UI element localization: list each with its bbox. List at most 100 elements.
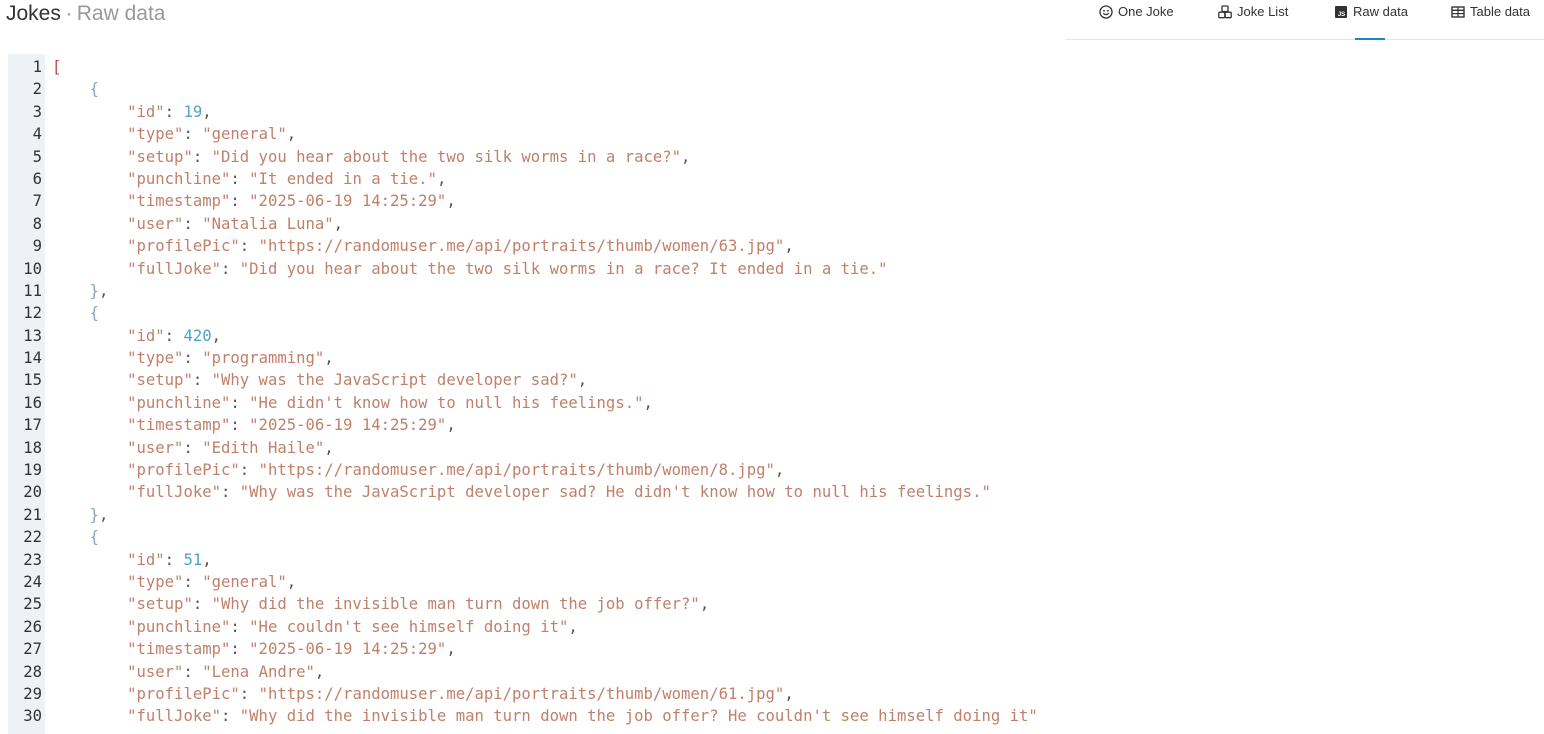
line-number: 12 (23, 304, 42, 323)
json-str-token: "Edith Haile" (202, 438, 325, 457)
code-line: 3 "id": 19, (8, 101, 1064, 123)
json-str-token: "https://randomuser.me/api/portraits/thu… (258, 237, 785, 256)
code-text: "punchline": "He didn't know how to null… (52, 392, 653, 414)
smiley-icon (1099, 4, 1113, 19)
json-punc-token: : (221, 259, 240, 278)
code-line: 9 "profilePic": "https://randomuser.me/a… (8, 235, 1064, 257)
code-text: }, (52, 280, 109, 302)
json-punc-token: , (211, 326, 222, 345)
json-punc-token: : (230, 169, 250, 188)
code-text: "profilePic": "https://randomuser.me/api… (52, 235, 794, 257)
json-brace-token: } (89, 281, 99, 300)
json-key-token: "fullJoke" (127, 483, 221, 502)
code-text: "fullJoke": "Why did the invisible man t… (52, 705, 1038, 727)
json-punc-token: : (192, 371, 212, 390)
line-number: 6 (32, 169, 42, 188)
page-title: Jokes · Raw data (6, 2, 165, 30)
code-line: 22 { (8, 526, 1064, 548)
json-key-token: "id" (127, 326, 165, 345)
line-number: 8 (32, 214, 42, 233)
json-punc-token: , (202, 550, 212, 569)
json-key-token: "timestamp" (127, 192, 231, 211)
code-line: 12 { (8, 302, 1064, 324)
code-text: "setup": "Did you hear about the two sil… (52, 146, 690, 168)
json-punc-token: , (98, 281, 109, 300)
json-punc-token: : (183, 214, 203, 233)
code-line: 21 }, (8, 504, 1064, 526)
line-number: 21 (23, 505, 42, 524)
code-line: 8 "user": "Natalia Luna", (8, 213, 1064, 235)
json-brace-token: { (89, 304, 99, 323)
json-key-token: "punchline" (127, 393, 231, 412)
json-key-token: "type" (127, 349, 184, 368)
json-str-token: "Lena Andre" (202, 662, 315, 681)
json-code-editor[interactable]: 1[2 {3 "id": 19, 4 "type": "general", 5 "s… (8, 54, 1064, 734)
line-number: 2 (32, 80, 42, 99)
json-str-token: "Why was the JavaScript developer sad? H… (239, 483, 991, 502)
json-punc-token: : (183, 572, 203, 591)
json-key-token: "setup" (127, 147, 193, 166)
tab-label: Raw data (1353, 4, 1408, 19)
json-punc-token: : (239, 461, 259, 480)
json-key-token: "fullJoke" (127, 707, 221, 726)
json-punc-token: : (239, 237, 259, 256)
tab-raw-data[interactable]: JS Raw data (1334, 0, 1408, 40)
code-line: 29 "profilePic": "https://randomuser.me/… (8, 683, 1064, 705)
code-text: "profilePic": "https://randomuser.me/api… (52, 683, 794, 705)
code-text: "timestamp": "2025-06-19 14:25:29", (52, 414, 456, 436)
code-line: 26 "punchline": "He couldn't see himself… (8, 616, 1064, 638)
json-punc-token: , (333, 214, 344, 233)
json-key-token: "punchline" (127, 169, 231, 188)
json-bracket-token: [ (52, 58, 62, 76)
json-punc-token: , (286, 572, 297, 591)
json-num-token: 51 (183, 550, 203, 569)
code-text: "setup": "Why was the JavaScript develop… (52, 369, 587, 391)
line-number: 14 (23, 349, 42, 368)
tab-joke-list[interactable]: Joke List (1218, 0, 1288, 39)
code-line: 11 }, (8, 280, 1064, 302)
tab-table-data[interactable]: Table data (1451, 0, 1530, 39)
code-line: 7 "timestamp": "2025-06-19 14:25:29", (8, 190, 1064, 212)
line-number: 18 (23, 438, 42, 457)
json-punc-token: , (774, 461, 785, 480)
code-text: "fullJoke": "Did you hear about the two … (52, 258, 888, 280)
json-punc-token: : (230, 640, 250, 659)
code-text: "id": 420, (52, 325, 221, 347)
code-text: }, (52, 504, 109, 526)
json-str-token: "It ended in a tie." (249, 169, 437, 188)
json-key-token: "setup" (127, 371, 193, 390)
tab-label: Table data (1470, 4, 1530, 19)
json-str-token: "https://randomuser.me/api/portraits/thu… (258, 684, 785, 703)
json-punc-token: , (577, 371, 588, 390)
json-key-token: "profilePic" (127, 461, 240, 480)
json-brace-token: { (89, 80, 99, 99)
code-line: 25 "setup": "Why did the invisible man t… (8, 593, 1064, 615)
json-str-token: "general" (202, 572, 287, 591)
json-str-token: "2025-06-19 14:25:29" (249, 640, 447, 659)
json-str-token: "2025-06-19 14:25:29" (249, 192, 447, 211)
json-punc-token: : (192, 147, 212, 166)
line-number: 23 (23, 550, 42, 569)
tab-one-joke[interactable]: One Joke (1099, 0, 1174, 39)
json-brace-token: } (89, 505, 99, 524)
line-number: 10 (23, 259, 42, 278)
json-key-token: "user" (127, 214, 184, 233)
json-key-token: "timestamp" (127, 416, 231, 435)
code-text: "id": 19, (52, 101, 212, 123)
json-punc-token: , (784, 684, 794, 703)
line-number: 15 (23, 371, 42, 390)
line-number: 7 (32, 192, 42, 211)
json-str-token: "Did you hear about the two silk worms i… (239, 259, 888, 278)
json-punc-token: , (286, 125, 297, 144)
json-key-token: "setup" (127, 595, 193, 614)
line-number: 19 (23, 461, 42, 480)
line-number: 4 (32, 125, 42, 144)
line-number: 11 (23, 281, 42, 300)
json-str-token: "general" (202, 125, 287, 144)
code-text: "id": 51, (52, 549, 212, 571)
json-punc-token: : (230, 617, 250, 636)
line-number: 17 (23, 416, 42, 435)
title-separator: · (65, 2, 73, 25)
line-number: 3 (32, 102, 42, 121)
json-punc-token: , (699, 595, 710, 614)
